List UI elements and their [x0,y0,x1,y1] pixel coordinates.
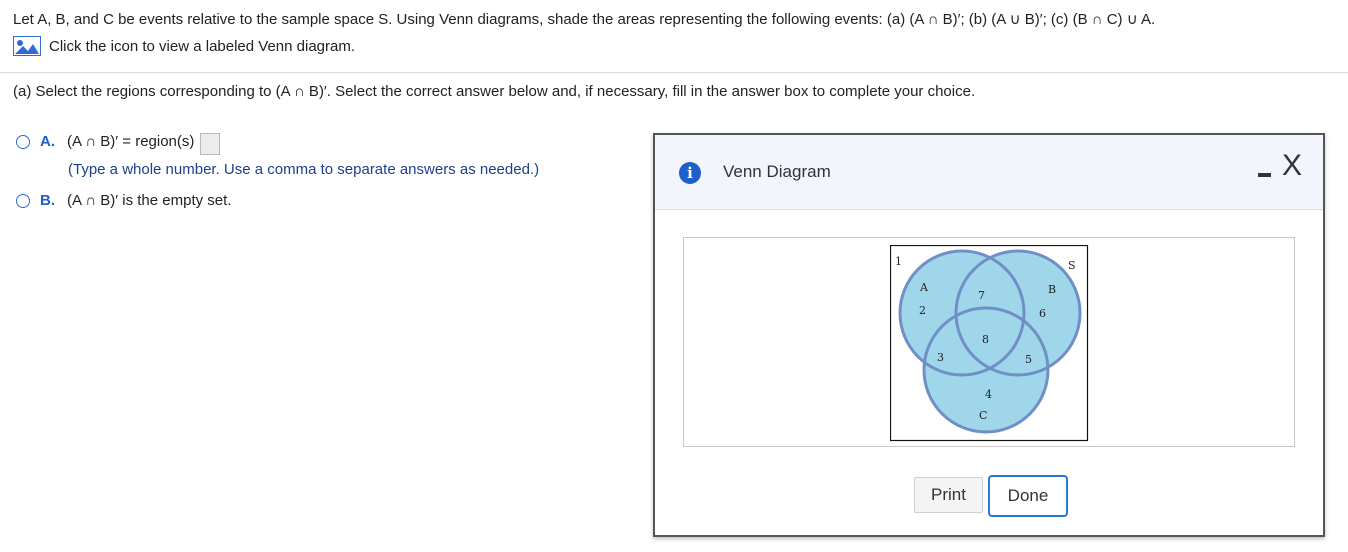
image-icon[interactable] [13,36,41,56]
option-a[interactable]: A. (A ∩ B)′ = region(s) [16,133,221,155]
region-7-label: 7 [978,289,985,302]
dialog-header: i Venn Diagram X [655,135,1323,210]
option-b-radio[interactable] [16,194,30,208]
set-c-label: C [979,409,987,422]
region-8-label: 8 [982,333,989,346]
option-b-text: (A ∩ B)′ is the empty set. [67,192,232,209]
print-button[interactable]: Print [914,477,983,513]
option-b-letter: B. [40,192,55,209]
info-icon: i [679,162,701,184]
venn-link-row[interactable]: Click the icon to view a labeled Venn di… [13,36,355,56]
question-text: Let A, B, and C be events relative to th… [13,11,1156,28]
option-a-letter: A. [40,133,55,150]
divider [0,72,1348,73]
minimize-icon[interactable] [1258,173,1271,177]
venn-panel: 1 S A B 2 7 6 8 3 5 4 C [683,237,1295,447]
set-b-label: B [1048,283,1056,296]
venn-dialog: i Venn Diagram X 1 S A B 2 7 6 8 3 5 4 C [653,133,1325,537]
venn-link-text[interactable]: Click the icon to view a labeled Venn di… [49,38,355,55]
option-a-text: (A ∩ B)′ = region(s) [67,133,195,150]
option-b[interactable]: B. (A ∩ B)′ is the empty set. [16,192,231,209]
close-icon[interactable]: X [1282,151,1302,181]
dialog-title: Venn Diagram [723,162,831,181]
venn-diagram: 1 S A B 2 7 6 8 3 5 4 C [890,245,1089,442]
region-3-label: 3 [937,351,944,364]
region-2-label: 2 [919,304,926,317]
option-a-radio[interactable] [16,135,30,149]
set-a-label: A [919,281,929,294]
region-6-label: 6 [1039,307,1046,320]
region-5-label: 5 [1025,353,1032,366]
region-answer-input[interactable] [200,133,221,155]
sample-space-label: S [1068,259,1076,272]
region-4-label: 4 [985,388,992,401]
region-1-label: 1 [895,255,902,268]
done-button[interactable]: Done [988,475,1068,517]
part-a-prompt: (a) Select the regions corresponding to … [13,83,976,100]
option-a-hint: (Type a whole number. Use a comma to sep… [68,161,540,178]
